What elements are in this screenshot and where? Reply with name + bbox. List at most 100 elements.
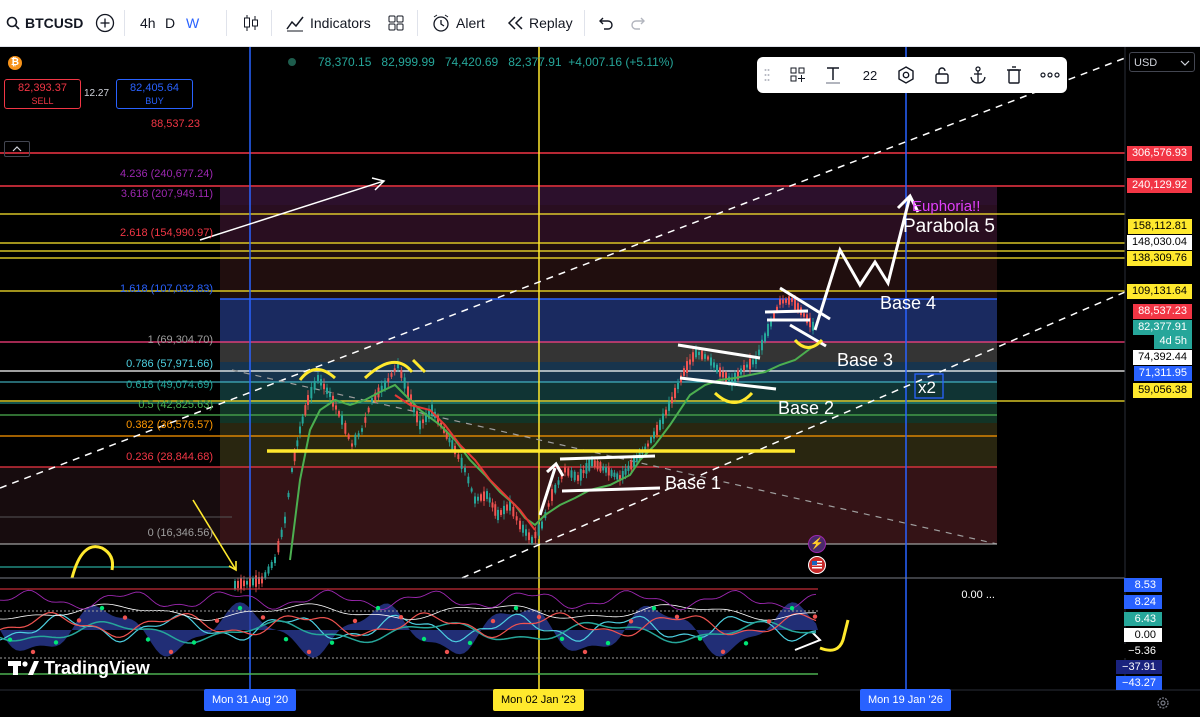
text-color-button[interactable] [820, 57, 846, 93]
settings-button[interactable] [893, 57, 919, 93]
indicators-icon [286, 16, 304, 32]
candle-body [610, 470, 613, 477]
osc-tag: 6.43 [1124, 612, 1162, 626]
hexagon-settings-icon [898, 66, 914, 84]
candle-body [803, 313, 805, 317]
fib-label: 0.236 (28,844.68) [126, 451, 213, 463]
candle-body [317, 375, 319, 381]
candle-body [457, 454, 460, 459]
delete-button[interactable] [1001, 57, 1027, 93]
collapse-button[interactable] [4, 141, 30, 157]
ohlc-readout: 78,370.15 82,999.99 74,420.69 82,377.91 … [288, 55, 673, 69]
candle-body [656, 424, 658, 436]
candle-body [683, 368, 685, 376]
text-icon [826, 67, 840, 84]
interval-4h[interactable]: 4h [140, 0, 156, 46]
candle-body [716, 364, 718, 373]
candle-body [767, 324, 769, 336]
candle-body [354, 434, 357, 446]
indicators-button[interactable]: Indicators [285, 0, 371, 46]
candle-body [384, 380, 386, 390]
drag-handle[interactable] [761, 57, 773, 93]
chevron-up-icon [12, 146, 22, 152]
redo-icon [631, 17, 645, 30]
symbol-search[interactable]: BTCUSD [6, 0, 83, 46]
more-button[interactable] [1037, 57, 1063, 93]
anchor-icon [970, 66, 986, 84]
signal-dot [559, 636, 565, 641]
buy-button[interactable]: 82,405.64 BUY [116, 79, 193, 109]
candle-body [503, 505, 505, 515]
candle-body [630, 460, 633, 470]
candle-body [554, 484, 557, 493]
candle-body [764, 333, 766, 342]
signal-dot [352, 618, 358, 624]
signal-dot [76, 618, 82, 623]
price-tag: 71,311.95 [1133, 366, 1192, 381]
candle-body [470, 488, 473, 492]
candle-body [280, 529, 283, 537]
candle-body [357, 433, 360, 437]
replay-button[interactable]: Replay [506, 0, 573, 46]
lightning-icon[interactable]: ⚡ [808, 535, 826, 553]
interval-d[interactable]: D [165, 0, 175, 46]
chart-area[interactable]: 4.236 (240,677.24) 3.618 (207,949.11) 2.… [0, 47, 1200, 717]
compare-button[interactable] [95, 0, 115, 46]
candle-body [483, 491, 485, 502]
candle-body [480, 494, 482, 501]
us-flag-icon [812, 561, 822, 569]
base3-box-top [764, 309, 809, 314]
price-chart: 4.236 (240,677.24) 3.618 (207,949.11) 2.… [0, 47, 1200, 717]
candle-body [534, 531, 537, 539]
highlight-curve [70, 545, 114, 579]
candle-body [252, 577, 254, 586]
signal-dot [421, 636, 427, 642]
candle-body [237, 580, 239, 588]
candle-body [710, 357, 712, 366]
price-tag: 240,129.92 [1126, 178, 1192, 193]
lock-button[interactable] [929, 57, 955, 93]
candle-body [234, 580, 236, 590]
candle-body [593, 460, 596, 467]
candle-body [650, 437, 652, 443]
object-tree-button[interactable] [785, 57, 811, 93]
signal-dot [398, 615, 404, 620]
candles-button[interactable] [241, 0, 261, 46]
buy-price: 82,405.64 [130, 82, 179, 94]
candle-body [299, 426, 301, 434]
undo-button[interactable] [596, 0, 614, 46]
alert-button[interactable]: Alert [431, 0, 485, 46]
sell-button[interactable]: 82,393.37 SELL [4, 79, 81, 109]
currency-value: USD [1134, 57, 1158, 69]
candle-body [624, 468, 627, 475]
anchor-button[interactable] [965, 57, 991, 93]
candle-body [291, 468, 293, 472]
templates-button[interactable] [387, 0, 405, 46]
gear-icon [1157, 697, 1169, 709]
candle-body [722, 371, 724, 378]
candle-body [577, 475, 579, 481]
candle-body [240, 578, 242, 590]
interval-w[interactable]: W [186, 0, 199, 46]
price-tag: 109,131.64 [1126, 284, 1192, 299]
candle-body [307, 395, 309, 405]
fib-zone [220, 423, 997, 467]
candle-body [585, 463, 588, 474]
currency-select[interactable]: USD [1129, 52, 1195, 72]
redo-button[interactable] [630, 0, 648, 46]
bitcoin-logo-icon: ₿ [8, 56, 22, 70]
settings-button[interactable] [1156, 696, 1170, 710]
candle-body [677, 382, 679, 390]
signal-dot [605, 640, 611, 646]
signal-dot [306, 649, 312, 655]
fib-label: 1 (69,304.70) [148, 334, 213, 346]
candle-body [274, 556, 276, 564]
flag-event-icon[interactable] [808, 556, 826, 574]
font-size-button[interactable]: 22 [857, 57, 883, 93]
candle-body [531, 536, 533, 544]
signal-dot [237, 605, 243, 611]
chevron-down-icon [1180, 60, 1190, 66]
signal-dot [766, 619, 772, 624]
osc-tag: −43.27 [1116, 676, 1162, 690]
signal-dot [812, 614, 818, 619]
